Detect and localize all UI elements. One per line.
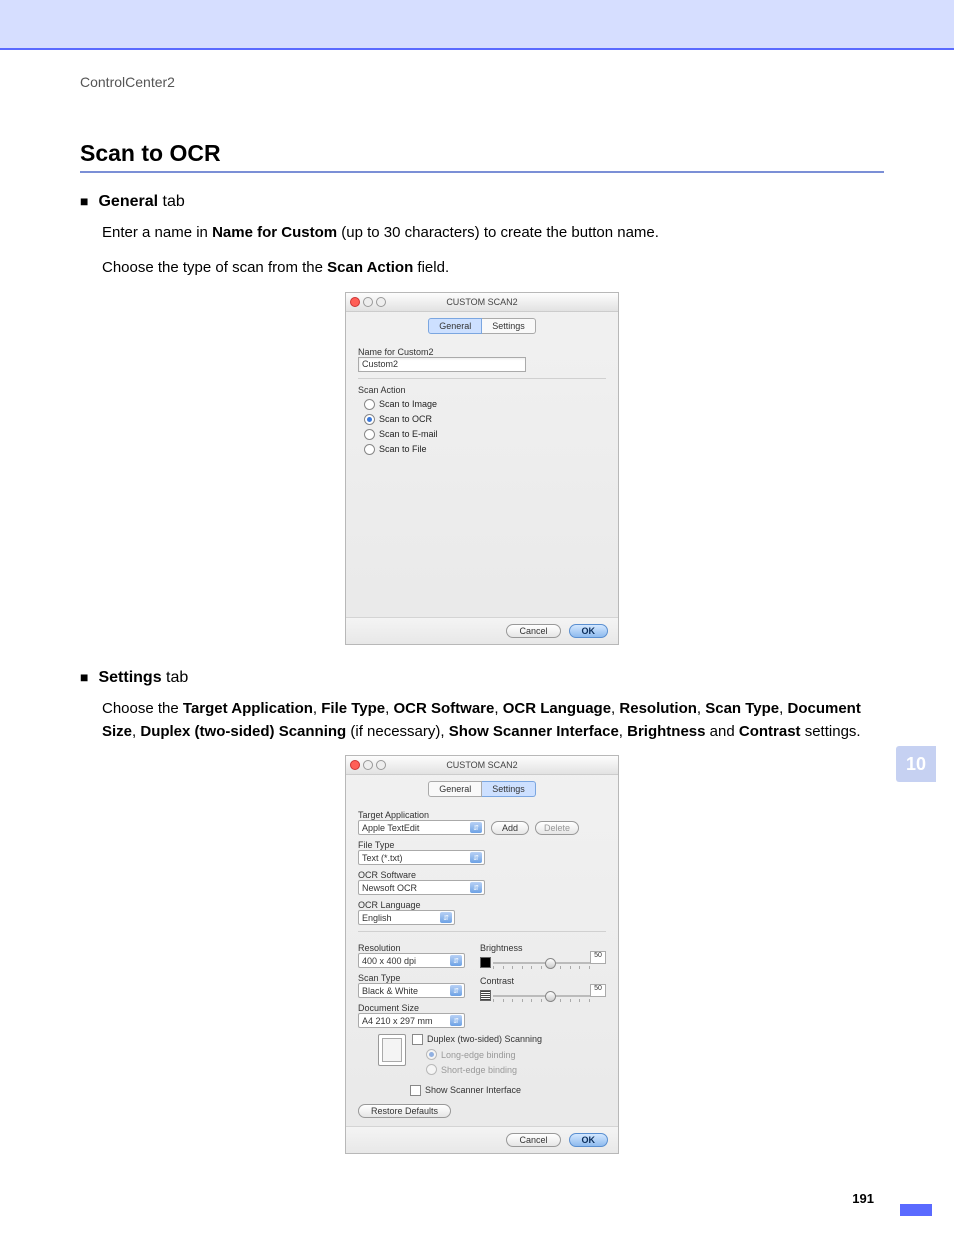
target-application-label: Target Application [358, 810, 606, 820]
chevron-updown-icon: ⇵ [450, 1015, 462, 1026]
scan-action-label: Scan Action [358, 385, 606, 395]
cancel-button[interactable]: Cancel [506, 1133, 560, 1147]
radio-scan-to-file[interactable]: Scan to File [364, 444, 606, 455]
resolution-select[interactable]: 400 x 400 dpi⇵ [358, 953, 465, 968]
section-title: Scan to OCR [80, 140, 884, 173]
tab-settings[interactable]: Settings [482, 318, 536, 334]
name-for-custom-input[interactable]: Custom2 [358, 357, 526, 372]
contrast-slider[interactable]: 50 [493, 990, 606, 998]
black-swatch-icon [480, 957, 491, 968]
settings-paragraph: Choose the Target Application, File Type… [102, 697, 884, 744]
screenshot-settings-tab: CUSTOM SCAN2 General Settings Target App… [345, 755, 619, 1154]
brightness-slider[interactable]: 50 [493, 957, 606, 965]
ocr-language-select[interactable]: English⇵ [358, 910, 455, 925]
radio-short-edge[interactable]: Short-edge binding [426, 1064, 542, 1075]
chevron-updown-icon: ⇵ [450, 955, 462, 966]
window-title: CUSTOM SCAN2 [346, 297, 618, 307]
top-blue-bar [0, 0, 954, 50]
page-number: 191 [852, 1191, 874, 1206]
corner-mark [900, 1204, 932, 1216]
ocr-software-label: OCR Software [358, 870, 606, 880]
ocr-software-select[interactable]: Newsoft OCR⇵ [358, 880, 485, 895]
ocr-language-label: OCR Language [358, 900, 606, 910]
chevron-updown-icon: ⇵ [470, 822, 482, 833]
name-for-custom-label: Name for Custom2 [358, 347, 606, 357]
target-application-select[interactable]: Apple TextEdit⇵ [358, 820, 485, 835]
window-titlebar: CUSTOM SCAN2 [346, 293, 618, 312]
stripe-swatch-icon [480, 990, 491, 1001]
tab-row: General Settings [346, 318, 618, 334]
tab-row: General Settings [346, 781, 618, 797]
radio-long-edge[interactable]: Long-edge binding [426, 1049, 542, 1060]
bullet-settings: ■ Settings tab [80, 669, 884, 687]
tab-settings[interactable]: Settings [482, 781, 536, 797]
tab-general[interactable]: General [428, 318, 482, 334]
general-line2: Choose the type of scan from the Scan Ac… [102, 256, 884, 279]
bullet-settings-label: Settings tab [98, 669, 188, 687]
bullet-square-icon: ■ [80, 669, 88, 685]
window-title: CUSTOM SCAN2 [346, 760, 618, 770]
bullet-general-label: General tab [98, 193, 184, 211]
duplex-icon [378, 1034, 406, 1066]
document-size-label: Document Size [358, 1003, 468, 1013]
radio-scan-to-email[interactable]: Scan to E-mail [364, 429, 606, 440]
button-row: Cancel OK [346, 617, 618, 644]
cancel-button[interactable]: Cancel [506, 624, 560, 638]
delete-button[interactable]: Delete [535, 821, 579, 835]
contrast-value: 50 [590, 984, 606, 997]
ok-button[interactable]: OK [569, 624, 609, 638]
scan-type-label: Scan Type [358, 973, 468, 983]
radio-scan-to-image[interactable]: Scan to Image [364, 399, 606, 410]
chevron-updown-icon: ⇵ [470, 852, 482, 863]
radio-scan-to-ocr[interactable]: Scan to OCR [364, 414, 606, 425]
restore-defaults-button[interactable]: Restore Defaults [358, 1104, 451, 1118]
brightness-value: 50 [590, 951, 606, 964]
button-row: Cancel OK [346, 1126, 618, 1153]
file-type-label: File Type [358, 840, 606, 850]
chevron-updown-icon: ⇵ [450, 985, 462, 996]
brightness-label: Brightness [480, 943, 606, 953]
chevron-updown-icon: ⇵ [440, 912, 452, 923]
window-titlebar: CUSTOM SCAN2 [346, 756, 618, 775]
scan-type-select[interactable]: Black & White⇵ [358, 983, 465, 998]
file-type-select[interactable]: Text (*.txt)⇵ [358, 850, 485, 865]
bullet-general: ■ General tab [80, 193, 884, 211]
show-scanner-interface-checkbox[interactable]: Show Scanner Interface [410, 1085, 606, 1096]
contrast-label: Contrast [480, 976, 606, 986]
duplex-scanning-checkbox[interactable]: Duplex (two-sided) Scanning [412, 1034, 542, 1045]
scan-action-group: Scan to Image Scan to OCR Scan to E-mail… [364, 399, 606, 455]
resolution-label: Resolution [358, 943, 468, 953]
bullet-square-icon: ■ [80, 193, 88, 209]
document-size-select[interactable]: A4 210 x 297 mm⇵ [358, 1013, 465, 1028]
chapter-side-tab: 10 [896, 746, 936, 782]
ok-button[interactable]: OK [569, 1133, 609, 1147]
tab-general[interactable]: General [428, 781, 482, 797]
chevron-updown-icon: ⇵ [470, 882, 482, 893]
add-button[interactable]: Add [491, 821, 529, 835]
header-breadcrumb: ControlCenter2 [80, 74, 884, 90]
screenshot-general-tab: CUSTOM SCAN2 General Settings Name for C… [345, 292, 619, 645]
general-line1: Enter a name in Name for Custom (up to 3… [102, 221, 884, 244]
